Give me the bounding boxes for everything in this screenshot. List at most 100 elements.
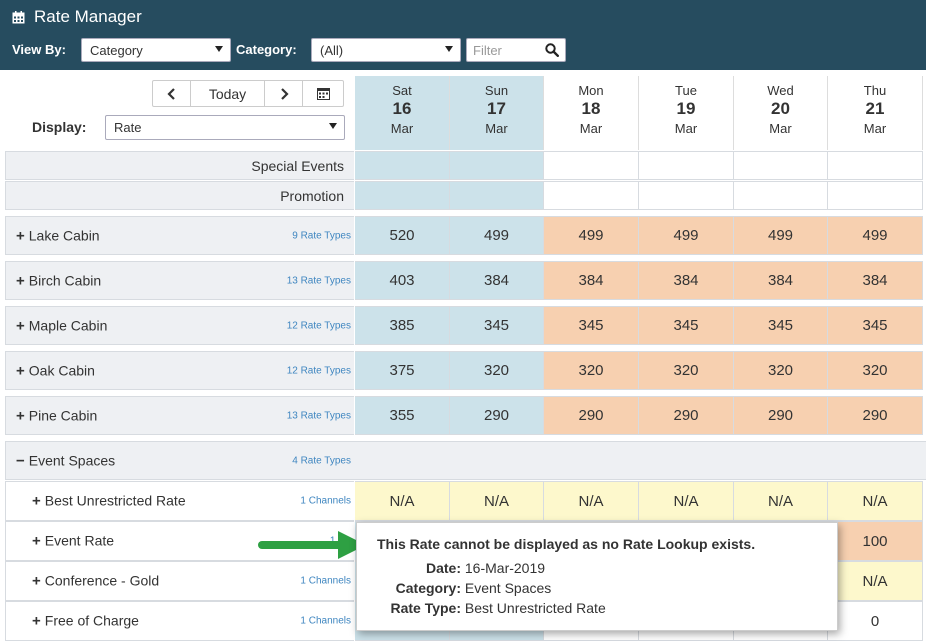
rate-types-link[interactable]: 13 Rate Types xyxy=(287,275,351,286)
minus-icon[interactable]: − xyxy=(16,452,25,469)
rate-cell[interactable]: 100 xyxy=(828,521,923,561)
row-label: Promotion xyxy=(5,181,354,210)
rate-cell[interactable] xyxy=(544,181,639,210)
rate-cell[interactable]: 499 xyxy=(639,216,734,255)
rate-cell[interactable]: N/A xyxy=(828,561,923,601)
channels-link[interactable]: 1 Channels xyxy=(300,616,351,627)
view-by-select[interactable]: Category xyxy=(81,38,231,62)
rate-cell[interactable] xyxy=(450,151,544,180)
month: Mar xyxy=(674,121,698,136)
next-button[interactable] xyxy=(265,81,303,106)
rate-cell[interactable] xyxy=(639,151,734,180)
date-nav-group: Today xyxy=(152,80,344,107)
category-name[interactable]: + Lake Cabin xyxy=(16,227,100,244)
plus-icon[interactable]: + xyxy=(16,227,25,244)
rate-types-link[interactable]: 12 Rate Types xyxy=(287,320,351,331)
rate-cell[interactable]: 385 xyxy=(355,306,450,345)
rate-cell[interactable]: 403 xyxy=(355,261,450,300)
rate-cell[interactable] xyxy=(355,181,450,210)
rate-cell[interactable]: 345 xyxy=(544,306,639,345)
category-row: + Maple Cabin 12 Rate Types 385 345 345 345 345… xyxy=(5,306,926,345)
rate-types-link[interactable]: 9 Rate Types xyxy=(292,230,351,241)
category-row: + Lake Cabin 9 Rate Types 520 499 499 499 499 49… xyxy=(5,216,926,255)
rate-cell[interactable] xyxy=(828,181,923,210)
category-label: Category: xyxy=(236,42,297,57)
rate-cell[interactable]: 355 xyxy=(355,396,450,435)
rate-cell[interactable]: N/A xyxy=(544,481,639,521)
rate-cell[interactable] xyxy=(355,151,450,180)
calendar-picker-button[interactable] xyxy=(303,81,343,106)
today-button[interactable]: Today xyxy=(191,81,265,106)
rate-cell[interactable]: N/A xyxy=(450,481,544,521)
plus-icon[interactable]: + xyxy=(16,317,25,334)
rate-cell[interactable]: 384 xyxy=(734,261,828,300)
rate-cell[interactable]: 499 xyxy=(828,216,923,255)
category-name[interactable]: + Pine Cabin xyxy=(16,407,97,424)
rate-cell[interactable]: 320 xyxy=(450,351,544,390)
day-number: 21 xyxy=(865,99,885,118)
rate-cell[interactable]: 384 xyxy=(544,261,639,300)
rate-cell[interactable] xyxy=(450,181,544,210)
rate-cell[interactable]: 499 xyxy=(450,216,544,255)
rate-cell[interactable]: 384 xyxy=(639,261,734,300)
rate-cell[interactable] xyxy=(639,181,734,210)
rate-cell[interactable]: 290 xyxy=(734,396,828,435)
category-name[interactable]: − Event Spaces xyxy=(16,452,115,469)
rate-cell[interactable] xyxy=(544,151,639,180)
plus-icon[interactable]: + xyxy=(32,573,41,590)
category-select[interactable]: (All) xyxy=(311,38,461,62)
previous-button[interactable] xyxy=(153,81,191,106)
rate-cell[interactable]: 384 xyxy=(828,261,923,300)
category-label: Pine Cabin xyxy=(28,407,98,423)
rate-cell[interactable]: N/A xyxy=(639,481,734,521)
rate-types-link[interactable]: 13 Rate Types xyxy=(287,410,351,421)
day-of-week: Sat xyxy=(392,83,412,98)
plus-icon[interactable]: + xyxy=(16,272,25,289)
rate-cell[interactable]: 345 xyxy=(734,306,828,345)
rate-types-link[interactable]: 12 Rate Types xyxy=(287,365,351,376)
rate-type-name[interactable]: + Event Rate xyxy=(32,533,114,550)
rate-cell[interactable] xyxy=(734,181,828,210)
rate-cell[interactable]: 320 xyxy=(734,351,828,390)
rate-cell[interactable]: 375 xyxy=(355,351,450,390)
rate-cell[interactable]: 345 xyxy=(639,306,734,345)
rate-type-name[interactable]: + Free of Charge xyxy=(32,613,139,630)
plus-icon[interactable]: + xyxy=(32,613,41,630)
display-select[interactable]: Rate xyxy=(105,115,345,140)
category-name[interactable]: + Birch Cabin xyxy=(16,272,101,289)
plus-icon[interactable]: + xyxy=(16,362,25,379)
rate-cell[interactable] xyxy=(828,151,923,180)
rate-cell[interactable]: 345 xyxy=(450,306,544,345)
plus-icon[interactable]: + xyxy=(32,533,41,550)
tooltip-date-line: Date: 16-Mar-2019 xyxy=(377,560,545,576)
rate-cell[interactable]: 320 xyxy=(828,351,923,390)
rate-cell[interactable] xyxy=(734,151,828,180)
plus-icon[interactable]: + xyxy=(32,493,41,510)
channels-link[interactable]: 1 Channels xyxy=(300,576,351,587)
rate-cell[interactable]: 290 xyxy=(639,396,734,435)
rate-cell[interactable]: 0 xyxy=(828,601,923,641)
rate-cell[interactable]: 345 xyxy=(828,306,923,345)
rate-cell[interactable]: 320 xyxy=(639,351,734,390)
filter-input[interactable]: Filter xyxy=(466,38,566,62)
tooltip-message: This Rate cannot be displayed as no Rate… xyxy=(377,536,756,552)
rate-cell[interactable]: 499 xyxy=(734,216,828,255)
rate-cell[interactable]: 290 xyxy=(828,396,923,435)
category-name[interactable]: + Oak Cabin xyxy=(16,362,95,379)
rate-cell[interactable]: 290 xyxy=(450,396,544,435)
rate-cell[interactable]: 499 xyxy=(544,216,639,255)
category-name[interactable]: + Maple Cabin xyxy=(16,317,107,334)
rate-cell[interactable]: 320 xyxy=(544,351,639,390)
rate-cell[interactable]: 384 xyxy=(450,261,544,300)
rate-type-name[interactable]: + Conference - Gold xyxy=(32,573,159,590)
rate-cell[interactable]: N/A xyxy=(355,481,450,521)
rate-type-name[interactable]: + Best Unrestricted Rate xyxy=(32,493,186,510)
rate-cell[interactable]: N/A xyxy=(828,481,923,521)
row-label: Special Events xyxy=(5,151,354,180)
channels-link[interactable]: 1 Channels xyxy=(300,496,351,507)
rate-cell[interactable]: 290 xyxy=(544,396,639,435)
plus-icon[interactable]: + xyxy=(16,407,25,424)
rate-cell[interactable]: 520 xyxy=(355,216,450,255)
rate-types-link[interactable]: 4 Rate Types xyxy=(292,455,351,466)
rate-cell[interactable]: N/A xyxy=(734,481,828,521)
